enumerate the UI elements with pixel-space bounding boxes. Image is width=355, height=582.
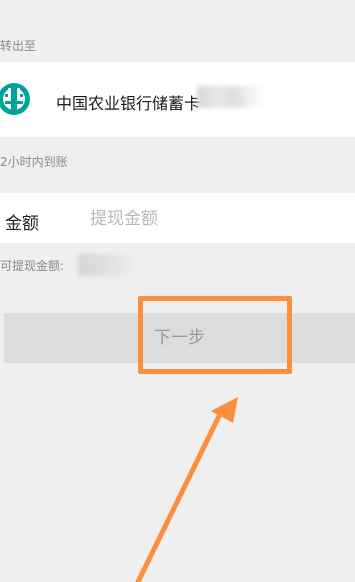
- bank-card-row[interactable]: 中国农业银行储蓄卡: [0, 62, 355, 137]
- amount-row: 金额: [0, 193, 355, 243]
- transfer-to-label: 转出至: [0, 39, 37, 53]
- abc-bank-logo-icon: [0, 80, 38, 118]
- amount-input[interactable]: [88, 203, 332, 235]
- available-amount-label: 可提现金额:: [0, 259, 65, 273]
- next-button[interactable]: 下一步: [4, 313, 355, 363]
- bank-card-name: 中国农业银行储蓄卡: [56, 94, 201, 113]
- amount-label: 金额: [5, 214, 39, 234]
- masked-available-amount: [78, 254, 138, 276]
- arrival-time-label: 2小时内到账: [0, 155, 68, 169]
- masked-card-number: [197, 86, 265, 108]
